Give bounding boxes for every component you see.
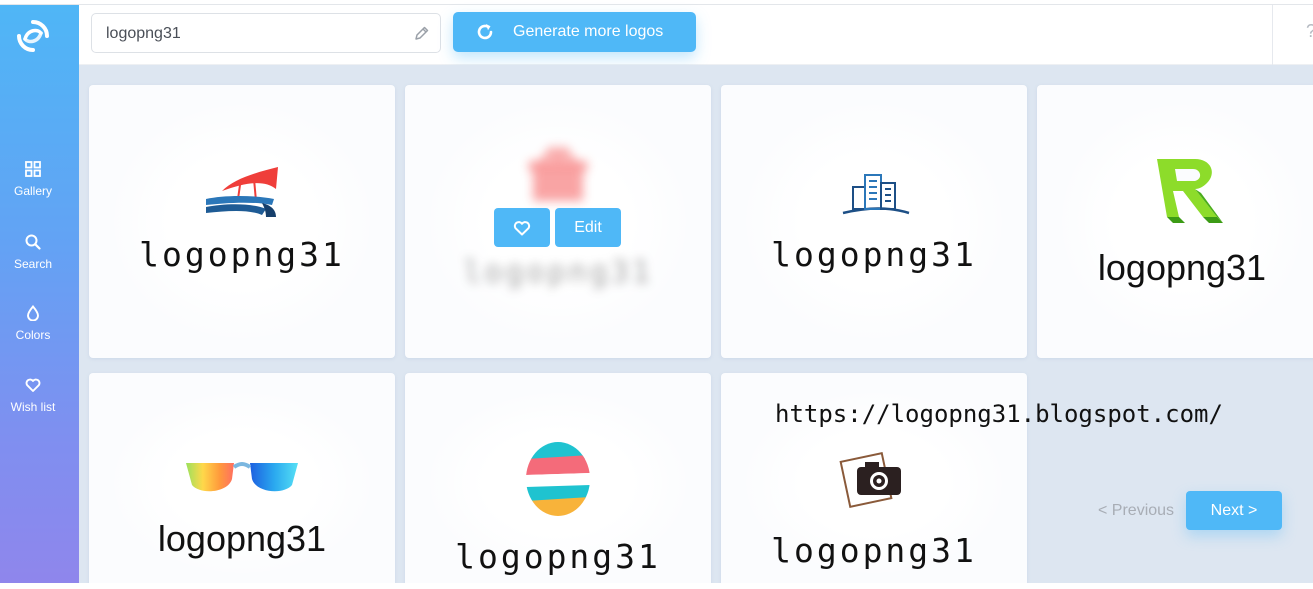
sidebar-item-label: Wish list <box>10 400 56 414</box>
sidebar-item-wish-list[interactable]: Wish list <box>0 377 66 416</box>
app-window: Gallery Search Colors Wish list logopng3… <box>0 4 1313 583</box>
sidebar-item-label: Search <box>13 257 53 271</box>
logo-card[interactable]: logopng31 <box>1037 85 1313 358</box>
next-page-button[interactable]: Next > <box>1186 491 1282 530</box>
help-button[interactable]: ? <box>1306 21 1313 42</box>
app-logo-icon[interactable] <box>16 19 50 53</box>
grid-icon <box>25 161 41 177</box>
logo-wordmark: logopng31 <box>771 235 977 274</box>
sidebar: Gallery Search Colors Wish list <box>0 5 79 583</box>
heart-icon <box>25 378 41 392</box>
search-icon <box>25 234 41 250</box>
sidebar-item-colors[interactable]: Colors <box>0 305 66 344</box>
sidebar-item-gallery[interactable]: Gallery <box>0 161 66 200</box>
gift-box-emblem-icon <box>529 147 587 201</box>
camera-emblem-icon <box>839 451 901 509</box>
logo-wordmark: logopng31 <box>139 235 345 274</box>
pencil-icon[interactable] <box>413 25 430 42</box>
previous-page-button[interactable]: < Previous <box>1098 502 1174 520</box>
sidebar-item-label: Gallery <box>13 184 52 198</box>
generate-more-logos-button[interactable]: Generate more logos <box>453 12 696 52</box>
sunglasses-emblem-icon <box>186 462 298 492</box>
generate-more-logos-label: Generate more logos <box>513 23 664 40</box>
sidebar-item-label: Colors <box>15 328 51 342</box>
logo-wordmark: logopng31 <box>1097 247 1267 288</box>
sail-wave-emblem-icon <box>206 167 278 217</box>
logo-card[interactable]: logopng31 <box>89 373 395 583</box>
top-bar: Generate more logos ? <box>79 5 1313 65</box>
edit-logo-button[interactable]: Edit <box>555 208 621 247</box>
building-emblem-icon <box>842 174 910 215</box>
logo-wordmark: logopng31 <box>771 531 977 570</box>
green-r-emblem-icon <box>1157 159 1223 223</box>
sidebar-item-search[interactable]: Search <box>0 234 66 273</box>
refresh-icon <box>477 24 493 40</box>
logo-card[interactable]: logopng31 <box>89 85 395 358</box>
logo-wordmark: logopng31 <box>455 537 661 576</box>
logo-card[interactable]: logopng31 <box>405 373 711 583</box>
droplet-icon <box>27 305 39 321</box>
logo-name-input[interactable] <box>106 23 396 45</box>
logo-card-hovered[interactable]: logopng31 Edit <box>405 85 711 358</box>
add-to-wishlist-button[interactable] <box>494 208 550 247</box>
logo-wordmark: logopng31 <box>463 255 653 290</box>
striped-egg-emblem-icon <box>526 442 590 516</box>
logo-wordmark: logopng31 <box>157 518 327 559</box>
heart-icon <box>513 221 531 236</box>
logo-card[interactable]: logopng31 <box>721 85 1027 358</box>
logo-name-field[interactable] <box>91 13 441 53</box>
watermark-url: https://logopng31.blogspot.com/ <box>775 400 1223 428</box>
header-divider <box>1272 5 1273 65</box>
